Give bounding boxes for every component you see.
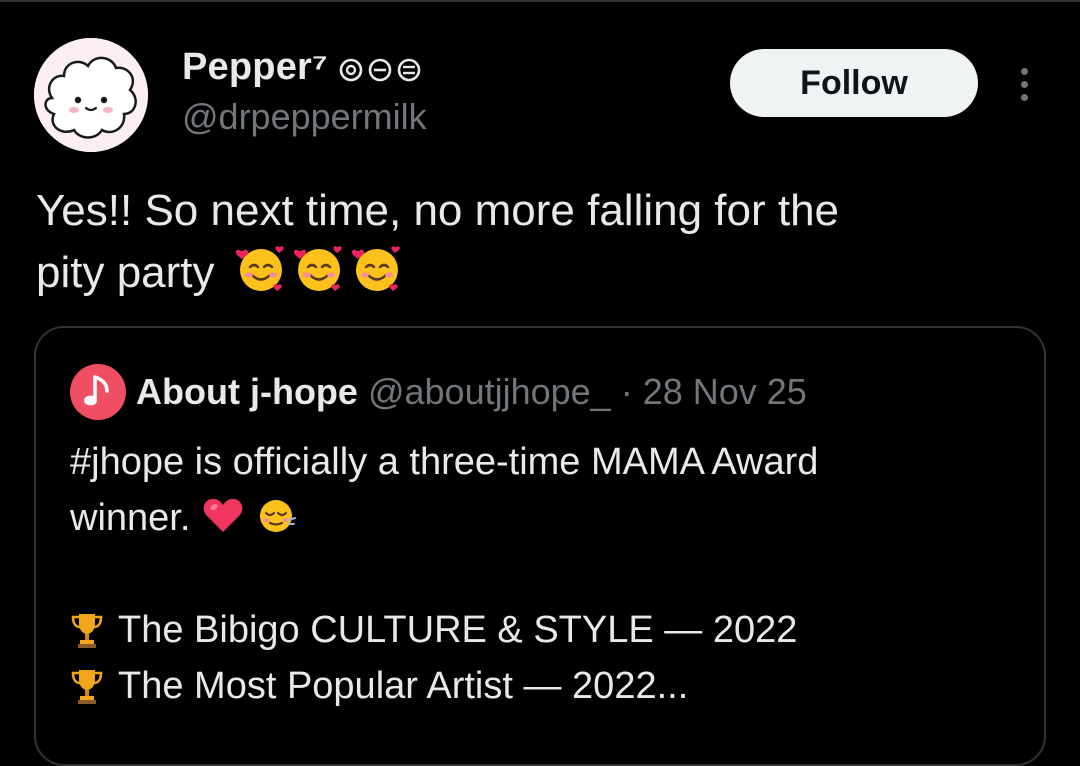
post-text-line-1: Yes!! So next time, no more falling for … (36, 186, 840, 235)
award-text: The Bibigo CULTURE & STYLE — 2022 (118, 609, 798, 651)
name-glyphs (338, 57, 422, 83)
ring-icon (339, 58, 363, 81)
quoted-text-line-2-row: winner. (70, 490, 1010, 546)
quoted-author-name[interactable]: About j-hope (136, 371, 358, 413)
quoted-text-line-2: winner. (70, 497, 191, 539)
award-item: The Bibigo CULTURE & STYLE — 2022 (70, 602, 1010, 658)
relieved-face-icon (259, 500, 296, 532)
author-avatar[interactable] (34, 38, 148, 152)
author-handle[interactable]: @drpeppermilk (182, 96, 427, 138)
author-display-name[interactable]: Pepper⁷ (182, 46, 328, 89)
follow-button[interactable]: Follow (730, 49, 978, 117)
pink-heart-icon (203, 498, 243, 532)
post-text-line-2-row: pity party (36, 242, 1046, 304)
quoted-author-handle[interactable]: @aboutjjhope_ (368, 371, 611, 413)
music-note-icon[interactable] (70, 364, 126, 420)
trophy-icon (71, 670, 103, 704)
quoted-post-text: #jhope is officially a three-time MAMA A… (70, 434, 1010, 714)
quoted-post-date[interactable]: 28 Nov 25 (643, 371, 807, 413)
post-emoji-row (233, 243, 405, 295)
quoted-text-line-1: #jhope is officially a three-time MAMA A… (70, 441, 819, 483)
award-item: The Most Popular Artist — 2022... (70, 658, 1010, 714)
smiling-face-with-hearts-icon (351, 246, 400, 291)
post: Pepper⁷ @drpeppermilk Follow Yes!! So ne… (0, 0, 1080, 766)
smiling-face-with-hearts-icon (293, 246, 342, 291)
header-separator: · (620, 371, 633, 412)
post-text-line-2: pity party (36, 248, 215, 297)
smiling-face-with-hearts-icon (235, 246, 284, 291)
author-name-row[interactable]: Pepper⁷ (182, 46, 422, 89)
more-options-icon[interactable] (1004, 60, 1044, 108)
equals-circle-icon (397, 58, 421, 81)
quoted-post-header: About j-hope @aboutjjhope_ · 28 Nov 25 (70, 364, 807, 420)
minus-circle-icon (368, 58, 392, 81)
award-text: The Most Popular Artist — 2022... (118, 665, 689, 707)
quoted-post-card[interactable]: About j-hope @aboutjjhope_ · 28 Nov 25 #… (34, 326, 1046, 766)
post-text: Yes!! So next time, no more falling for … (36, 180, 1046, 304)
trophy-icon (71, 614, 103, 648)
